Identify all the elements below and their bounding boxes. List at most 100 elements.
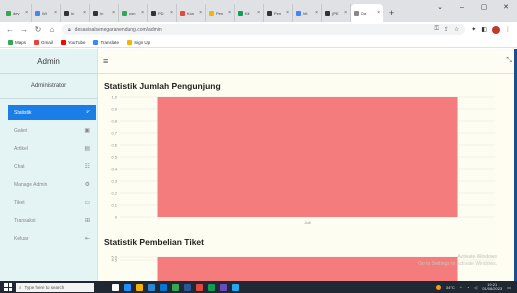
- url-text: desasisalsenegaranendung.com/admin: [74, 26, 162, 33]
- tab-close-icon[interactable]: ×: [170, 10, 173, 16]
- tab-close-icon[interactable]: ×: [25, 10, 28, 16]
- sidebar-item-transaksi[interactable]: Transaksi ⊞: [8, 213, 96, 228]
- search-icon: ⌕: [19, 284, 22, 290]
- search-placeholder: Type here to search: [24, 284, 65, 290]
- bookmark-item[interactable]: YouTube: [60, 39, 85, 45]
- share-icon[interactable]: ⇪: [444, 26, 449, 33]
- bookmark-item[interactable]: Gmail: [34, 39, 53, 45]
- excel-icon[interactable]: [208, 283, 215, 291]
- tab-label: Wi: [42, 10, 47, 16]
- new-tab-button[interactable]: +: [383, 4, 400, 22]
- system-tray: 34°C ^ ◔ ◁ 19:21 01/08/2023 ▭: [435, 282, 517, 292]
- weather-icon[interactable]: [435, 284, 441, 290]
- profile-avatar[interactable]: [492, 25, 500, 34]
- reload-icon[interactable]: ↻: [34, 25, 42, 34]
- browser-tab[interactable]: htt ×: [293, 4, 322, 22]
- tab-close-icon[interactable]: ×: [228, 10, 231, 16]
- store-icon[interactable]: [160, 283, 167, 291]
- notification-icon[interactable]: ▭: [507, 285, 511, 290]
- tab-favicon-icon: [209, 10, 214, 16]
- chrome-icon[interactable]: [172, 283, 179, 291]
- app-red-icon[interactable]: [196, 283, 203, 291]
- sidebar-item-statistik[interactable]: Statistik ⩗: [8, 105, 96, 120]
- tab-close-icon[interactable]: ×: [257, 10, 260, 16]
- key-icon[interactable]: ⚿: [434, 26, 439, 33]
- forward-arrow-icon[interactable]: →: [20, 25, 28, 34]
- bookmark-item[interactable]: Sign Up: [127, 39, 151, 45]
- clock-date: 01/08/2023: [482, 286, 503, 291]
- tab-label: dev: [13, 10, 20, 16]
- dashboard-content: Statistik Jumlah Pengunjung 0 0.1 0.2 0.3 0.…: [98, 75, 517, 281]
- browser-tab[interactable]: Kli ×: [235, 4, 264, 22]
- close-window-button[interactable]: ✕: [495, 0, 517, 14]
- bookmarks-bar: Maps Gmail YouTube Translate Sign Up: [0, 37, 517, 48]
- bookmark-item[interactable]: Maps: [8, 39, 26, 45]
- tab-search-icon[interactable]: ⌄: [429, 0, 451, 14]
- extensions-icon[interactable]: ✦: [471, 26, 476, 33]
- vscode-icon[interactable]: [232, 283, 239, 291]
- edge-icon[interactable]: [124, 283, 131, 291]
- bookmark-favicon-icon: [93, 39, 99, 45]
- bookmark-item[interactable]: Translate: [93, 39, 119, 45]
- word-icon[interactable]: [184, 283, 191, 291]
- sidebar-item-chat[interactable]: Chat ☷: [8, 159, 96, 174]
- browser-tab[interactable]: Pen ×: [264, 4, 293, 22]
- main-content: ≡ ⤡ Statistik Jumlah Pengunjung 0 0.1 0.2 0…: [98, 49, 517, 281]
- tab-close-icon[interactable]: ×: [83, 10, 86, 16]
- tab-label: Pen: [216, 10, 224, 16]
- browser-tab[interactable]: Wi ×: [32, 4, 61, 22]
- browser-tab[interactable]: (PE ×: [322, 4, 351, 22]
- home-icon[interactable]: ⌂: [48, 25, 56, 34]
- hamburger-menu-icon[interactable]: ≡: [103, 56, 108, 66]
- file-explorer-icon[interactable]: [136, 283, 143, 291]
- volume-icon[interactable]: ◁: [474, 285, 477, 290]
- tab-close-icon[interactable]: ×: [344, 10, 347, 16]
- sidebar-item-artikel[interactable]: Artikel ▤: [8, 141, 96, 156]
- browser-tab[interactable]: In ×: [90, 4, 119, 22]
- tab-close-icon[interactable]: ×: [315, 10, 318, 16]
- wifi-icon[interactable]: ◔: [467, 285, 469, 290]
- tab-label: Pen: [274, 10, 282, 16]
- sidebar-item-galeri[interactable]: Galeri ▣: [8, 123, 96, 138]
- sidebar-item-keluar[interactable]: Keluar ⇤: [8, 231, 96, 246]
- tab-close-icon[interactable]: ×: [141, 10, 144, 16]
- sidepanel-icon[interactable]: ◧: [481, 26, 487, 33]
- browser-tab[interactable]: Da ×: [351, 4, 383, 22]
- bookmark-favicon-icon: [60, 39, 66, 45]
- tab-close-icon[interactable]: ×: [112, 10, 115, 16]
- browser-tab[interactable]: Kon ×: [177, 4, 206, 22]
- mail-icon[interactable]: [148, 283, 155, 291]
- browser-tab[interactable]: In ×: [61, 4, 90, 22]
- top-bar: ≡ ⤡: [98, 49, 517, 74]
- sidebar-item-tiket[interactable]: Tiket ▭: [8, 195, 96, 210]
- bookmark-star-icon[interactable]: ☆: [454, 26, 459, 33]
- sidebar-item-manage-admin[interactable]: Manage Admin ⚙: [8, 177, 96, 192]
- fullscreen-icon[interactable]: ⤡: [506, 57, 512, 65]
- tab-favicon-icon: [325, 10, 330, 16]
- task-view-icon[interactable]: [112, 283, 119, 291]
- user-role-label: Administrator: [0, 74, 97, 99]
- tab-close-icon[interactable]: ×: [199, 10, 202, 16]
- back-arrow-icon[interactable]: ←: [6, 25, 14, 34]
- document-icon: ▤: [84, 146, 90, 152]
- tab-label: In: [71, 10, 75, 16]
- tray-chevron-icon[interactable]: ^: [460, 285, 462, 290]
- browser-tab[interactable]: PD ×: [148, 4, 177, 22]
- taskbar-search-input[interactable]: ⌕ Type here to search: [16, 282, 94, 292]
- tab-close-icon[interactable]: ×: [54, 10, 57, 16]
- browser-tab[interactable]: con ×: [119, 4, 148, 22]
- bar: [157, 257, 458, 281]
- minimize-button[interactable]: –: [451, 0, 473, 14]
- windows-start-icon[interactable]: [4, 283, 12, 291]
- browser-tab[interactable]: Pen ×: [206, 4, 235, 22]
- menu-kebab-icon[interactable]: ⋮: [505, 26, 511, 33]
- clock[interactable]: 19:21 01/08/2023: [482, 282, 503, 292]
- y-tick-label: 1.0: [111, 95, 117, 100]
- tab-close-icon[interactable]: ×: [286, 10, 289, 16]
- url-field[interactable]: 🔒︎ desasisalsenegaranendung.com/admin ⚿ …: [62, 24, 466, 35]
- bookmark-label: Sign Up: [134, 39, 151, 45]
- tab-close-icon[interactable]: ×: [377, 10, 380, 16]
- maximize-button[interactable]: ▢: [473, 0, 495, 14]
- app-purple-icon[interactable]: [220, 283, 227, 291]
- browser-tab[interactable]: dev ×: [3, 4, 32, 22]
